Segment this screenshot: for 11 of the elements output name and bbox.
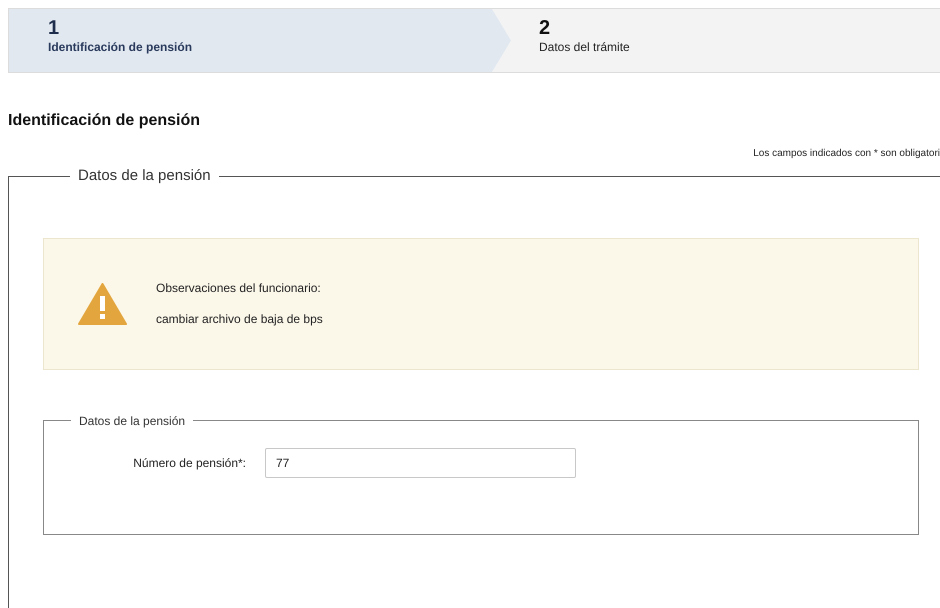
input-field[interactable]: 77 [265,448,576,478]
page-title: Identificación de pensión [8,111,202,131]
alert-message: cambiar archivo de baja de bps [156,311,323,327]
warning-icon [78,282,127,324]
field-label: Número de pensión*: [132,454,246,472]
alert-title: Observaciones del funcionario: [156,280,322,296]
fieldset-legend: Datos de la pensión [71,412,194,430]
step-tab[interactable]: 2 Datos del trámite [511,9,811,72]
step-tab[interactable]: 1 Identificación de pensión [9,9,511,72]
required-note: Los campos indicados con * son obligatori [753,147,940,161]
section-legend: Datos de la pensión [70,165,219,188]
